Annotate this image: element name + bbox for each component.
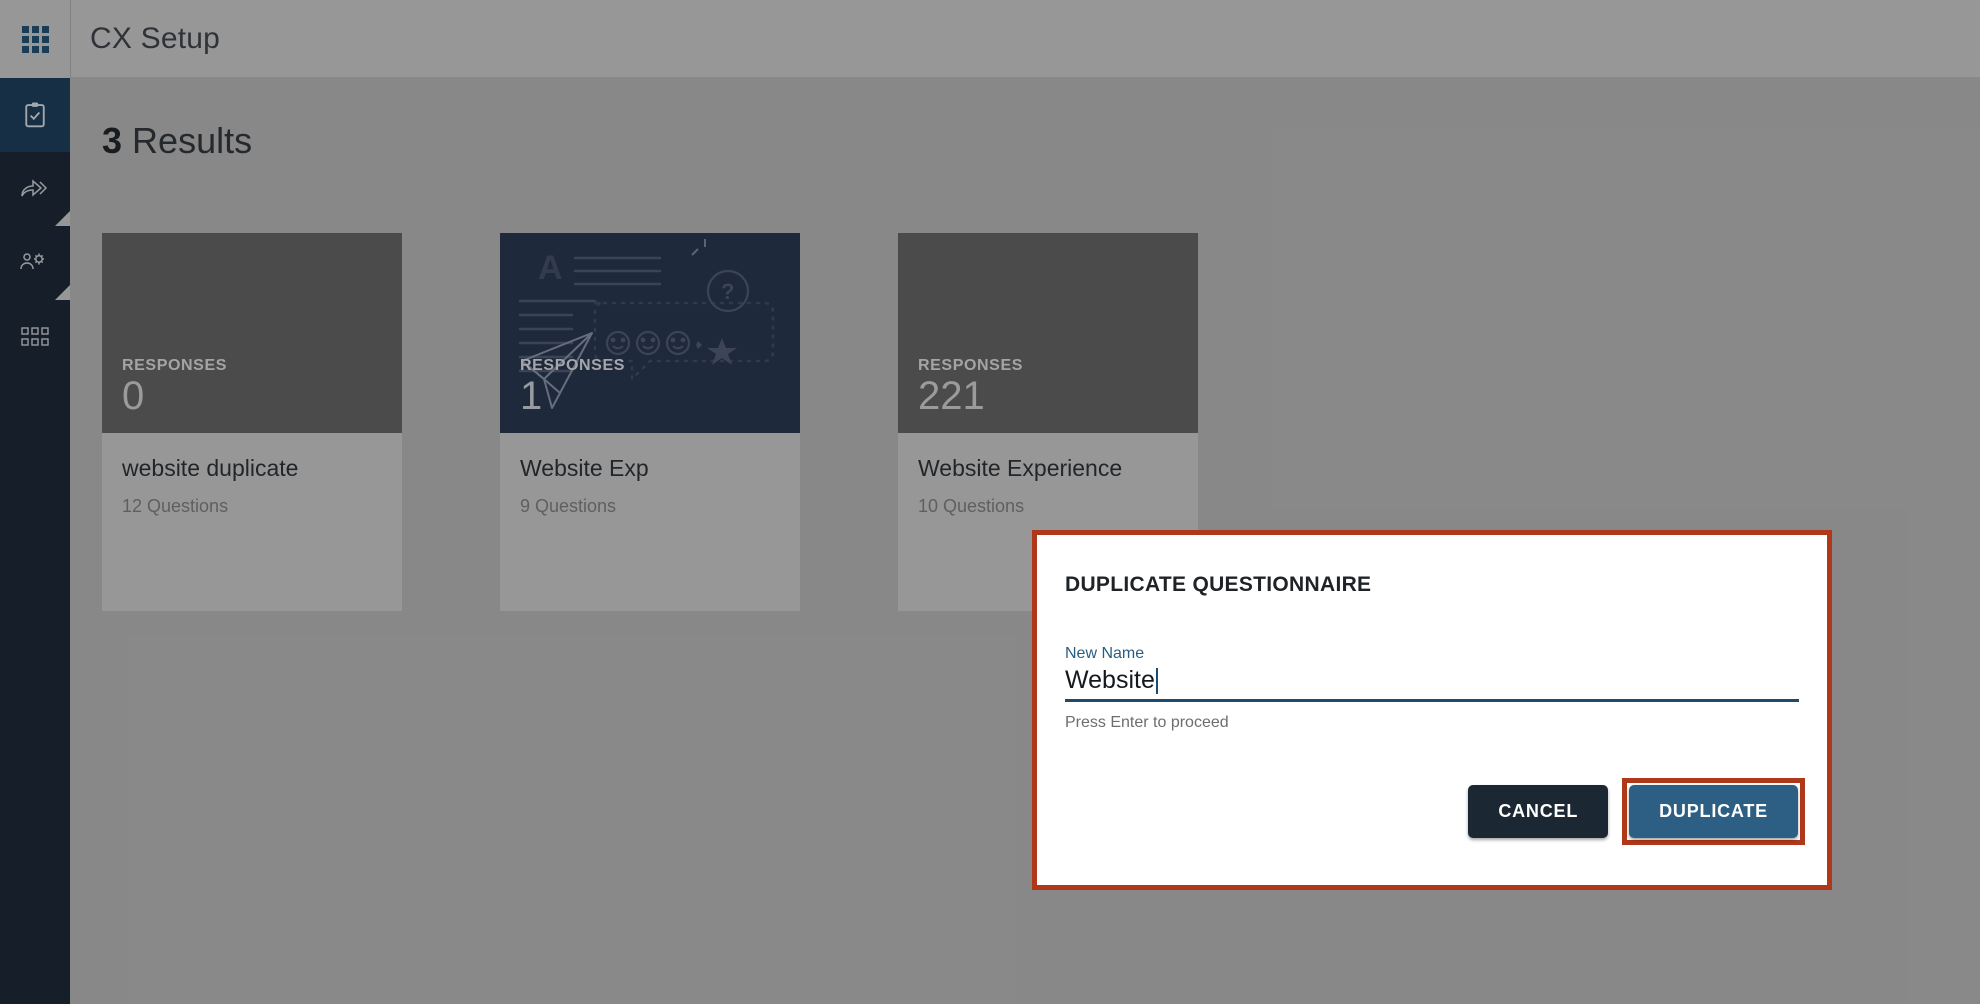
dialog-title: DUPLICATE QUESTIONNAIRE <box>1065 573 1372 596</box>
new-name-field: New Name Website Press Enter to proceed <box>1065 645 1799 732</box>
new-name-input[interactable]: Website <box>1065 666 1799 702</box>
dialog-content: DUPLICATE QUESTIONNAIRE New Name Website… <box>1037 535 1827 885</box>
cancel-button[interactable]: CANCEL <box>1468 785 1609 838</box>
duplicate-button-highlight: DUPLICATE <box>1622 778 1805 845</box>
dialog-actions: CANCEL DUPLICATE <box>1468 778 1805 845</box>
duplicate-questionnaire-dialog: DUPLICATE QUESTIONNAIRE New Name Website… <box>1032 530 1832 890</box>
new-name-value: Website <box>1065 666 1155 694</box>
new-name-help-text: Press Enter to proceed <box>1065 713 1229 731</box>
app-root: CX Setup 3 Results RESPONSES 0 website d… <box>0 0 1980 1004</box>
duplicate-button[interactable]: DUPLICATE <box>1629 785 1798 838</box>
text-cursor-icon <box>1155 667 1158 694</box>
new-name-label: New Name <box>1065 645 1145 662</box>
